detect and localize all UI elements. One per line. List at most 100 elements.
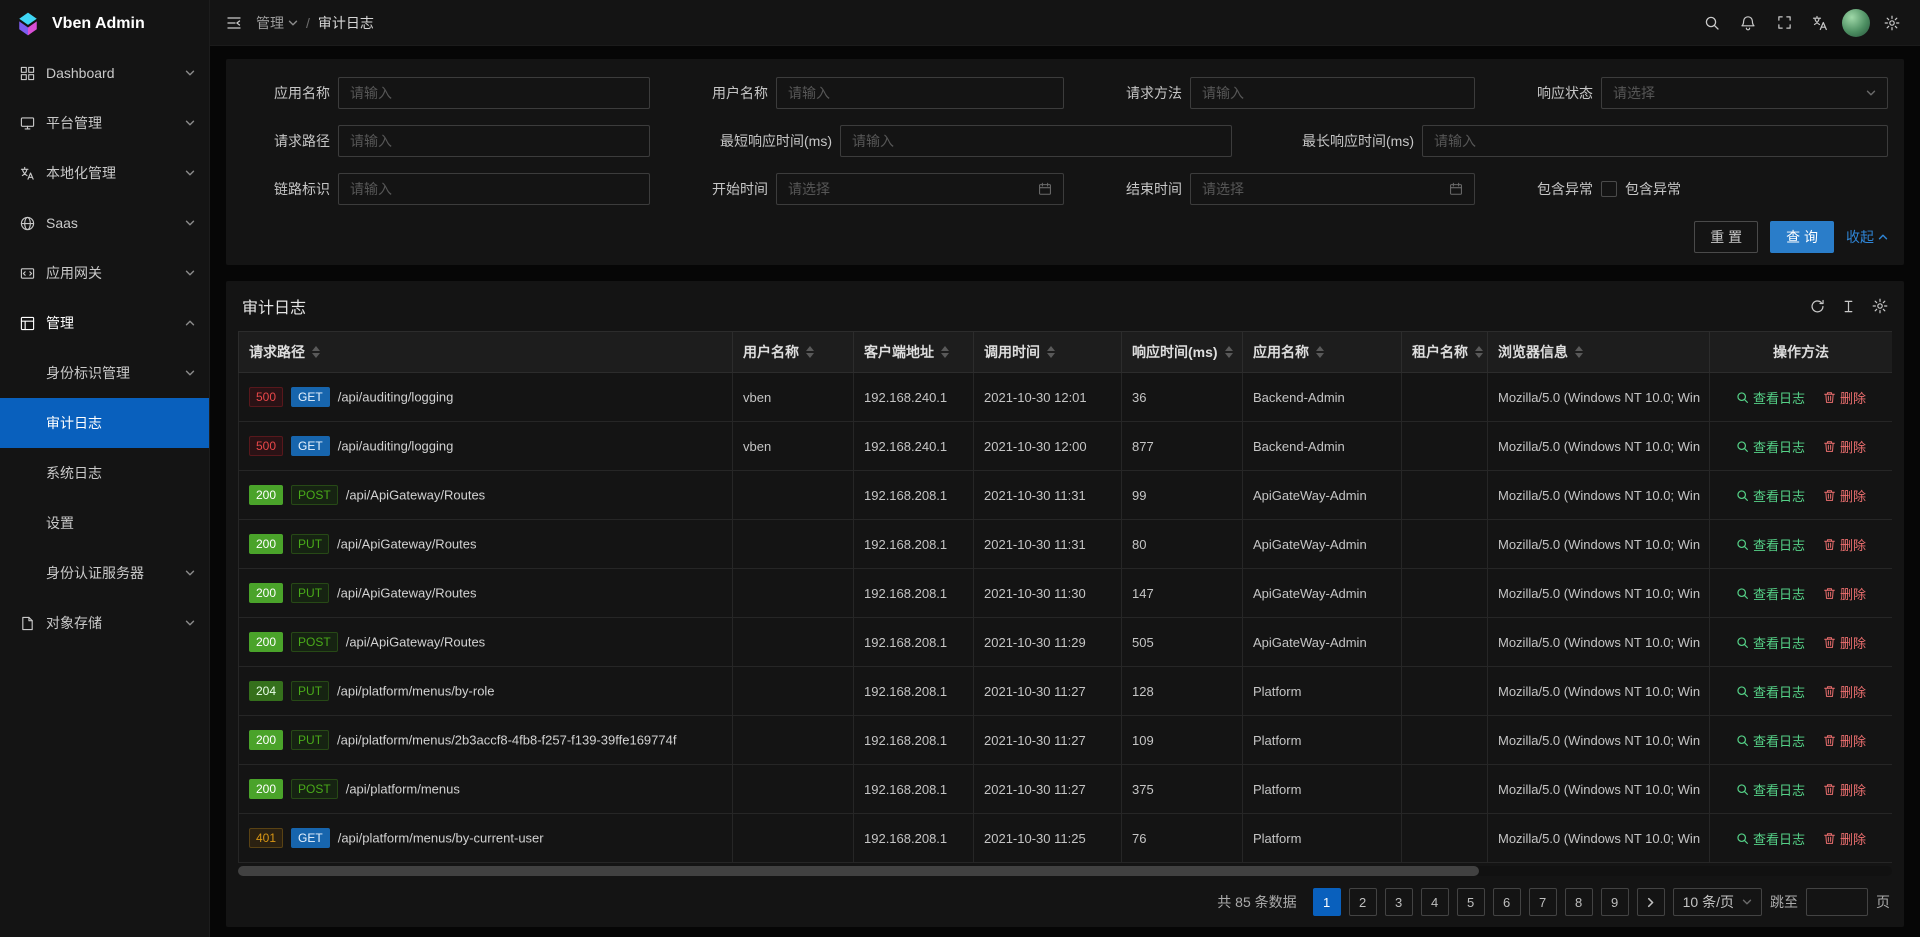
magnifier-icon	[1736, 538, 1749, 551]
sidebar-subitem-settings[interactable]: 设置	[0, 498, 209, 548]
row-height-icon[interactable]	[1841, 298, 1856, 314]
delete-button[interactable]: 删除	[1823, 486, 1866, 505]
sort-icon[interactable]	[1575, 346, 1583, 358]
page-size-select[interactable]: 10 条/页	[1673, 888, 1762, 916]
menu-item-label: 设置	[46, 513, 195, 533]
fullscreen-icon[interactable]	[1766, 0, 1802, 46]
page-button-4[interactable]: 4	[1421, 888, 1449, 916]
reset-button[interactable]: 重 置	[1694, 221, 1758, 253]
request-path: /api/ApiGateway/Routes	[346, 635, 485, 650]
user-avatar[interactable]	[1838, 0, 1874, 46]
delete-button[interactable]: 删除	[1823, 633, 1866, 652]
sidebar-item-localization[interactable]: 本地化管理	[0, 148, 209, 198]
view-log-button[interactable]: 查看日志	[1736, 829, 1805, 848]
column-label: 调用时间	[984, 342, 1040, 362]
start-time-picker[interactable]: 请选择	[776, 173, 1064, 205]
delete-button[interactable]: 删除	[1823, 731, 1866, 750]
delete-button[interactable]: 删除	[1823, 388, 1866, 407]
column-header-time[interactable]: 调用时间	[974, 332, 1122, 373]
delete-button[interactable]: 删除	[1823, 829, 1866, 848]
sidebar-item-platform[interactable]: 平台管理	[0, 98, 209, 148]
column-label: 客户端地址	[864, 342, 934, 362]
app-name-input[interactable]	[338, 77, 650, 109]
breadcrumb-root[interactable]: 管理	[256, 13, 298, 33]
view-log-button[interactable]: 查看日志	[1736, 633, 1805, 652]
view-log-button[interactable]: 查看日志	[1736, 535, 1805, 554]
include-exception-checkbox[interactable]	[1601, 181, 1617, 197]
column-settings-icon[interactable]	[1872, 298, 1888, 314]
sidebar-item-object-storage[interactable]: 对象存储	[0, 598, 209, 648]
view-log-button[interactable]: 查看日志	[1736, 437, 1805, 456]
menu-fold-icon[interactable]	[216, 0, 252, 46]
delete-button[interactable]: 删除	[1823, 584, 1866, 603]
user-name-input[interactable]	[776, 77, 1064, 109]
page-button-2[interactable]: 2	[1349, 888, 1377, 916]
delete-button[interactable]: 删除	[1823, 437, 1866, 456]
jump-label: 跳至	[1770, 892, 1798, 912]
view-log-button[interactable]: 查看日志	[1736, 584, 1805, 603]
collapse-toggle[interactable]: 收起	[1846, 227, 1888, 247]
delete-button[interactable]: 删除	[1823, 535, 1866, 554]
request-method-input[interactable]	[1190, 77, 1475, 109]
form-field: 请求路径	[242, 125, 680, 157]
delete-button[interactable]: 删除	[1823, 780, 1866, 799]
sort-icon[interactable]	[312, 346, 320, 358]
max-response-time-input[interactable]	[1422, 125, 1888, 157]
query-button[interactable]: 查 询	[1770, 221, 1834, 253]
view-log-button[interactable]: 查看日志	[1736, 731, 1805, 750]
refresh-icon[interactable]	[1810, 298, 1825, 314]
end-time-picker[interactable]: 请选择	[1190, 173, 1475, 205]
jump-page-input[interactable]	[1806, 888, 1868, 916]
sidebar-item-dashboard[interactable]: Dashboard	[0, 48, 209, 98]
column-header-browser[interactable]: 浏览器信息	[1488, 332, 1710, 373]
sort-icon[interactable]	[1475, 346, 1483, 358]
settings-gear-icon[interactable]	[1874, 0, 1910, 46]
column-header-app[interactable]: 应用名称	[1243, 332, 1402, 373]
page-button-5[interactable]: 5	[1457, 888, 1485, 916]
locale-icon[interactable]	[1802, 0, 1838, 46]
client-address-cell: 192.168.208.1	[854, 667, 974, 716]
sort-icon[interactable]	[941, 346, 949, 358]
saas-icon	[20, 215, 36, 231]
response-status-select[interactable]: 请选择	[1601, 77, 1888, 109]
page-button-9[interactable]: 9	[1601, 888, 1629, 916]
min-response-time-input[interactable]	[840, 125, 1232, 157]
next-page-button[interactable]	[1637, 888, 1665, 916]
page-button-1[interactable]: 1	[1313, 888, 1341, 916]
column-header-client[interactable]: 客户端地址	[854, 332, 974, 373]
page-button-7[interactable]: 7	[1529, 888, 1557, 916]
sort-icon[interactable]	[1225, 346, 1233, 358]
view-log-button[interactable]: 查看日志	[1736, 682, 1805, 701]
request-path: /api/ApiGateway/Routes	[337, 537, 476, 552]
notification-bell-icon[interactable]	[1730, 0, 1766, 46]
search-icon[interactable]	[1694, 0, 1730, 46]
view-log-button[interactable]: 查看日志	[1736, 486, 1805, 505]
sidebar-item-management[interactable]: 管理	[0, 298, 209, 348]
trace-id-input[interactable]	[338, 173, 650, 205]
sidebar-subitem-audit-log[interactable]: 审计日志	[0, 398, 209, 448]
sort-icon[interactable]	[806, 346, 814, 358]
sidebar-subitem-auth-server[interactable]: 身份认证服务器	[0, 548, 209, 598]
sidebar-item-app-gateway[interactable]: 应用网关	[0, 248, 209, 298]
sort-icon[interactable]	[1047, 346, 1055, 358]
view-log-button[interactable]: 查看日志	[1736, 780, 1805, 799]
column-header-ms[interactable]: 响应时间(ms)	[1122, 332, 1243, 373]
column-header-path[interactable]: 请求路径	[239, 332, 733, 373]
page-button-3[interactable]: 3	[1385, 888, 1413, 916]
sidebar-subitem-identity[interactable]: 身份标识管理	[0, 348, 209, 398]
sort-icon[interactable]	[1316, 346, 1324, 358]
response-time-cell: 505	[1122, 618, 1243, 667]
sidebar-subitem-system-log[interactable]: 系统日志	[0, 448, 209, 498]
column-header-tenant[interactable]: 租户名称	[1402, 332, 1488, 373]
form-field: 请求方法	[1094, 77, 1505, 109]
scrollbar-thumb[interactable]	[238, 866, 1479, 876]
page-button-6[interactable]: 6	[1493, 888, 1521, 916]
menu-item-label: 平台管理	[46, 113, 175, 133]
request-path-input[interactable]	[338, 125, 650, 157]
page-button-8[interactable]: 8	[1565, 888, 1593, 916]
sidebar-item-saas[interactable]: Saas	[0, 198, 209, 248]
column-header-user[interactable]: 用户名称	[733, 332, 854, 373]
delete-button[interactable]: 删除	[1823, 682, 1866, 701]
logo[interactable]: Vben Admin	[0, 0, 209, 48]
view-log-button[interactable]: 查看日志	[1736, 388, 1805, 407]
